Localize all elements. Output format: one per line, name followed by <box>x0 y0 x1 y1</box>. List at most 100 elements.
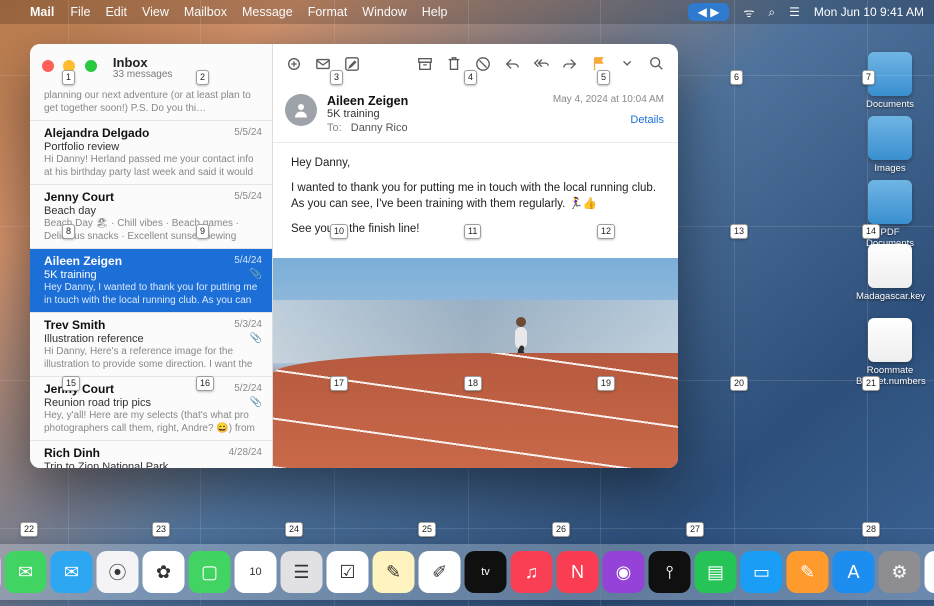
filter-icon[interactable] <box>285 55 303 73</box>
menu-file[interactable]: File <box>70 5 90 19</box>
grid-label-21: 21 <box>862 376 880 391</box>
dock-numbers[interactable]: ▤ <box>695 551 737 593</box>
reply-icon[interactable] <box>503 55 521 73</box>
desktop-icon-label: Madagascar.key <box>856 291 924 302</box>
message-row[interactable]: Aileen Zeigen5K trainingHey Danny, I wan… <box>30 249 272 313</box>
header-date: May 4, 2024 at 10:04 AM <box>553 94 664 105</box>
grid-label-24: 24 <box>285 522 303 537</box>
junk-icon[interactable] <box>474 55 492 73</box>
message-row[interactable]: Jenny CourtBeach dayBeach Day 🏖 · Chill … <box>30 185 272 249</box>
menu-window[interactable]: Window <box>362 5 406 19</box>
desktop-icon-madagascar-key[interactable]: Madagascar.key <box>856 244 924 302</box>
message-row[interactable]: Alejandra DelgadoPortfolio reviewHi Dann… <box>30 121 272 185</box>
reading-pane: Aileen Zeigen 5K training To: Danny Rico… <box>273 44 678 468</box>
message-row[interactable]: Rich DinhTrip to Zion National ParkHi Da… <box>30 441 272 468</box>
menubar: Mail File Edit View Mailbox Message Format Win… <box>0 0 934 24</box>
mail-window: Inbox 33 messages planning our next adve… <box>30 44 678 468</box>
dock-iphone[interactable]: ▯ <box>925 551 934 593</box>
envelope-icon[interactable] <box>314 55 332 73</box>
runner-figure <box>508 317 536 377</box>
menu-format[interactable]: Format <box>308 5 348 19</box>
archive-icon[interactable] <box>416 55 434 73</box>
mailbox-title: Inbox <box>113 55 172 70</box>
row-preview: Hi Danny, Here's a reference image for t… <box>44 346 260 370</box>
message-body: Hey Danny,I wanted to thank you for putt… <box>273 143 678 258</box>
row-preview: planning our next adventure (or at least… <box>44 90 260 114</box>
row-sender: Trev Smith <box>44 318 260 332</box>
row-date: 5/3/24 <box>234 319 262 330</box>
mailbox-count: 33 messages <box>113 69 172 80</box>
row-date: 4/28/24 <box>229 447 262 458</box>
dock-news[interactable]: N <box>557 551 599 593</box>
compose-icon[interactable] <box>343 55 361 73</box>
grid-label-25: 25 <box>418 522 436 537</box>
details-link[interactable]: Details <box>630 114 664 126</box>
menu-edit[interactable]: Edit <box>105 5 127 19</box>
dock-notes[interactable]: ✎ <box>373 551 415 593</box>
dock-pages[interactable]: ✎ <box>787 551 829 593</box>
spotlight-icon[interactable]: ⌕ <box>768 5 775 20</box>
zoom-button[interactable] <box>85 60 97 72</box>
chevrons-icon[interactable] <box>619 55 637 73</box>
dock-contacts[interactable]: ☰ <box>281 551 323 593</box>
control-center-icon[interactable]: ☰ <box>789 5 800 19</box>
dock-maps[interactable]: ⦿ <box>97 551 139 593</box>
dock-settings[interactable]: ⚙ <box>879 551 921 593</box>
desktop-icon-images[interactable]: Images <box>856 116 924 174</box>
row-subject: Beach day <box>44 205 260 217</box>
dock-photos[interactable]: ✿ <box>143 551 185 593</box>
message-row[interactable]: Trev SmithIllustration referenceHi Danny… <box>30 313 272 377</box>
grid-label-17: 17 <box>330 376 348 391</box>
dock-facetime[interactable]: ▢ <box>189 551 231 593</box>
dock-calendar[interactable]: 10 <box>235 551 277 593</box>
grid-label-15: 15 <box>62 376 80 391</box>
row-subject: 5K training <box>44 269 260 281</box>
wifi-icon[interactable]: ᯤ <box>743 4 754 21</box>
grid-label-2: 2 <box>196 70 209 85</box>
trash-icon[interactable] <box>445 55 463 73</box>
row-sender: Aileen Zeigen <box>44 254 260 268</box>
header-to-name: Danny Rico <box>351 122 408 134</box>
reply-all-icon[interactable] <box>532 55 550 73</box>
row-preview: Hi Danny! Herland passed me your contact… <box>44 154 260 178</box>
dock-music[interactable]: ♫ <box>511 551 553 593</box>
now-playing-indicator[interactable]: ◀︎ ▶︎ <box>688 3 730 21</box>
dock-tv[interactable]: tv <box>465 551 507 593</box>
dock-keynote[interactable]: ▭ <box>741 551 783 593</box>
menu-mailbox[interactable]: Mailbox <box>184 5 227 19</box>
dock: ☺⊞◎✉✉⦿✿▢10☰☑✎✐tv♫N◉⫯▤▭✎A⚙▯⬇🗑 <box>0 544 934 600</box>
grid-label-14: 14 <box>862 224 880 239</box>
message-list[interactable]: planning our next adventure (or at least… <box>30 84 272 468</box>
desktop-icon-label: Images <box>856 163 924 174</box>
search-icon[interactable] <box>648 55 666 73</box>
close-button[interactable] <box>42 60 54 72</box>
row-subject: Illustration reference <box>44 333 260 345</box>
header-subject: 5K training <box>327 108 660 120</box>
grid-label-23: 23 <box>152 522 170 537</box>
attachment-icon: 📎 <box>250 333 262 344</box>
message-attachment-image[interactable] <box>273 258 678 468</box>
dock-mail[interactable]: ✉ <box>51 551 93 593</box>
row-preview: Hey, y'all! Here are my selects (that's … <box>44 410 260 434</box>
attachment-icon: 📎 <box>250 269 262 280</box>
dock-safari[interactable]: ◎ <box>0 551 1 593</box>
dock-reminders[interactable]: ☑ <box>327 551 369 593</box>
dock-stocks[interactable]: ⫯ <box>649 551 691 593</box>
dock-freeform[interactable]: ✐ <box>419 551 461 593</box>
dock-messages[interactable]: ✉ <box>5 551 47 593</box>
message-list-pane: Inbox 33 messages planning our next adve… <box>30 44 273 468</box>
menubar-app[interactable]: Mail <box>30 5 54 19</box>
grid-label-8: 8 <box>62 224 75 239</box>
forward-icon[interactable] <box>561 55 579 73</box>
attachment-icon: 📎 <box>250 397 262 408</box>
header-to-label: To: <box>327 122 342 134</box>
dock-appstore[interactable]: A <box>833 551 875 593</box>
menu-view[interactable]: View <box>142 5 169 19</box>
message-row[interactable]: planning our next adventure (or at least… <box>30 84 272 121</box>
row-date: 5/5/24 <box>234 191 262 202</box>
row-date: 5/4/24 <box>234 255 262 266</box>
menu-help[interactable]: Help <box>422 5 448 19</box>
dock-podcasts[interactable]: ◉ <box>603 551 645 593</box>
menubar-datetime[interactable]: Mon Jun 10 9:41 AM <box>814 5 924 19</box>
menu-message[interactable]: Message <box>242 5 293 19</box>
